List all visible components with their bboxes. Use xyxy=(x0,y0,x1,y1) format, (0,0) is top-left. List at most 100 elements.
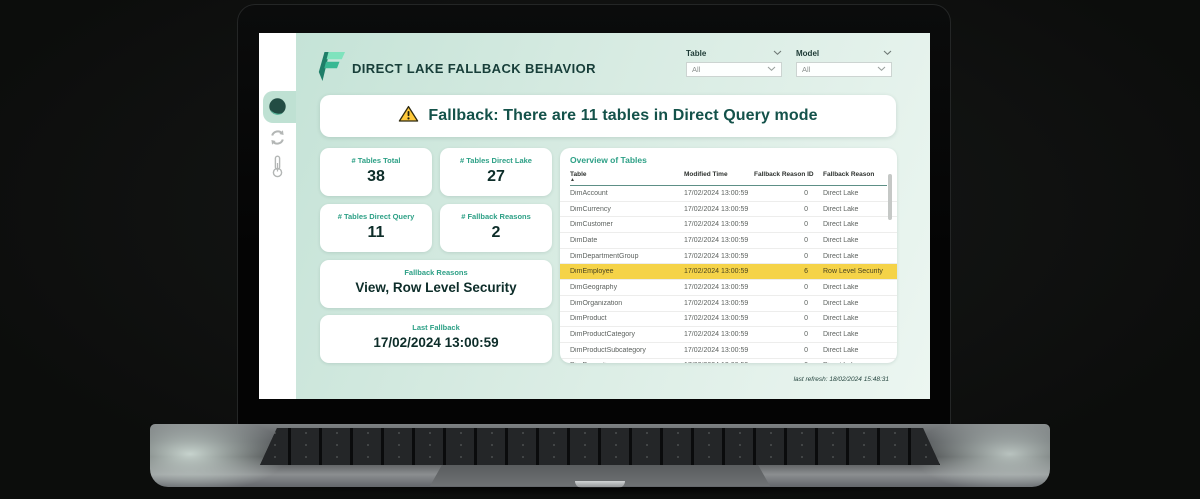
slicer-model-dropdown[interactable]: All xyxy=(796,62,892,77)
kpi-fallback-reasons: # Fallback Reasons 2 xyxy=(440,204,552,252)
cell-fallback-reason-id: 0 xyxy=(754,331,820,338)
cell-fallback-reason-id: 0 xyxy=(754,237,820,244)
cell-fallback-reason: Direct Lake xyxy=(820,331,887,338)
cell-modified-time: 17/02/2024 13:00:59 xyxy=(684,268,754,275)
laptop-screen-bezel: DIRECT LAKE FALLBACK BEHAVIOR Table All xyxy=(237,4,951,425)
sidebar-item-report-page[interactable] xyxy=(259,97,296,121)
kpi-label: # Tables Direct Lake xyxy=(440,156,552,165)
card-label: Last Fallback xyxy=(320,323,552,332)
cell-modified-time: 17/02/2024 13:00:59 xyxy=(684,331,754,338)
column-header-table[interactable]: Table ▲ xyxy=(570,171,684,182)
cell-modified-time: 17/02/2024 13:00:59 xyxy=(684,221,754,228)
slicer-model-value: All xyxy=(802,65,810,74)
table-row[interactable]: DimCustomer17/02/2024 13:00:590Direct La… xyxy=(560,217,897,233)
cell-fallback-reason: Direct Lake xyxy=(820,284,887,291)
last-refresh-note: last refresh: 18/02/2024 15:48:31 xyxy=(794,376,889,383)
cell-fallback-reason-id: 6 xyxy=(754,268,820,275)
cell-table: DimEmployee xyxy=(570,268,684,275)
table-row[interactable]: DimDate17/02/2024 13:00:590Direct Lake xyxy=(560,233,897,249)
cell-fallback-reason-id: 0 xyxy=(754,347,820,354)
cell-modified-time: 17/02/2024 13:00:59 xyxy=(684,237,754,244)
column-header-fallback-reason-id[interactable]: Fallback Reason ID xyxy=(754,171,820,182)
slicer-model-label: Model xyxy=(796,49,819,58)
table-row[interactable]: DimPromotion17/02/2024 13:00:590Direct L… xyxy=(560,359,897,363)
kpi-label: # Fallback Reasons xyxy=(440,212,552,221)
table-body: DimAccount17/02/2024 13:00:590Direct Lak… xyxy=(560,186,897,363)
table-row[interactable]: DimProduct17/02/2024 13:00:590Direct Lak… xyxy=(560,312,897,328)
cell-fallback-reason-id: 0 xyxy=(754,221,820,228)
cell-fallback-reason: Direct Lake xyxy=(820,237,887,244)
cell-fallback-reason: Direct Lake xyxy=(820,206,887,213)
report-canvas: DIRECT LAKE FALLBACK BEHAVIOR Table All xyxy=(296,33,930,399)
refresh-icon xyxy=(269,129,286,151)
cell-fallback-reason-id: 0 xyxy=(754,300,820,307)
card-label: Fallback Reasons xyxy=(320,268,552,277)
cell-table: DimPromotion xyxy=(570,362,684,363)
kpi-label: # Tables Total xyxy=(320,156,432,165)
table-row[interactable]: DimProductSubcategory17/02/2024 13:00:59… xyxy=(560,343,897,359)
chevron-down-icon xyxy=(767,65,776,74)
kpi-tables-direct-lake: # Tables Direct Lake 27 xyxy=(440,148,552,196)
fallback-warning-banner: Fallback: There are 11 tables in Direct … xyxy=(320,95,896,137)
cell-modified-time: 17/02/2024 13:00:59 xyxy=(684,347,754,354)
table-title: Overview of Tables xyxy=(570,155,887,165)
cell-fallback-reason-id: 0 xyxy=(754,284,820,291)
cell-modified-time: 17/02/2024 13:00:59 xyxy=(684,315,754,322)
scene: DIRECT LAKE FALLBACK BEHAVIOR Table All xyxy=(0,0,1200,499)
report-sidebar xyxy=(259,33,296,399)
table-row[interactable]: DimGeography17/02/2024 13:00:590Direct L… xyxy=(560,280,897,296)
card-value: View, Row Level Security xyxy=(320,280,552,295)
column-header-modified-time[interactable]: Modified Time xyxy=(684,171,754,182)
cell-table: DimCustomer xyxy=(570,221,684,228)
cell-fallback-reason: Direct Lake xyxy=(820,362,887,363)
cell-modified-time: 17/02/2024 13:00:59 xyxy=(684,206,754,213)
page-title: DIRECT LAKE FALLBACK BEHAVIOR xyxy=(352,61,596,76)
cell-table: DimCurrency xyxy=(570,206,684,213)
chevron-down-icon[interactable] xyxy=(883,49,892,58)
cell-fallback-reason: Direct Lake xyxy=(820,253,887,260)
cell-table: DimProductSubcategory xyxy=(570,347,684,354)
kpi-tables-direct-query: # Tables Direct Query 11 xyxy=(320,204,432,252)
table-row[interactable]: DimAccount17/02/2024 13:00:590Direct Lak… xyxy=(560,186,897,202)
card-fallback-reasons: Fallback Reasons View, Row Level Securit… xyxy=(320,260,552,308)
cell-fallback-reason-id: 0 xyxy=(754,253,820,260)
table-row[interactable]: DimEmployee17/02/2024 13:00:596Row Level… xyxy=(560,264,897,280)
cell-fallback-reason: Direct Lake xyxy=(820,221,887,228)
cell-fallback-reason-id: 0 xyxy=(754,190,820,197)
slicer-model: Model All xyxy=(796,49,892,77)
kpi-tables-total: # Tables Total 38 xyxy=(320,148,432,196)
column-header-fallback-reason[interactable]: Fallback Reason xyxy=(820,171,887,182)
cell-table: DimOrganization xyxy=(570,300,684,307)
cell-fallback-reason: Direct Lake xyxy=(820,315,887,322)
table-row[interactable]: DimOrganization17/02/2024 13:00:590Direc… xyxy=(560,296,897,312)
kpi-value: 11 xyxy=(320,224,432,242)
table-row[interactable]: DimCurrency17/02/2024 13:00:590Direct La… xyxy=(560,202,897,218)
laptop-shadow xyxy=(130,487,1070,499)
sidebar-item-temperature[interactable] xyxy=(259,155,296,183)
fallback-warning-text: Fallback: There are 11 tables in Direct … xyxy=(428,107,817,125)
slicer-table-label: Table xyxy=(686,49,706,58)
table-row[interactable]: DimProductCategory17/02/2024 13:00:590Di… xyxy=(560,327,897,343)
cell-modified-time: 17/02/2024 13:00:59 xyxy=(684,284,754,291)
card-last-fallback: Last Fallback 17/02/2024 13:00:59 xyxy=(320,315,552,363)
chevron-down-icon xyxy=(877,65,886,74)
cell-table: DimGeography xyxy=(570,284,684,291)
slicer-table-dropdown[interactable]: All xyxy=(686,62,782,77)
cell-fallback-reason: Direct Lake xyxy=(820,300,887,307)
table-scrollbar[interactable] xyxy=(888,174,892,220)
kpi-value: 38 xyxy=(320,168,432,186)
kpi-value: 2 xyxy=(440,224,552,242)
cell-fallback-reason-id: 0 xyxy=(754,362,820,363)
table-row[interactable]: DimDepartmentGroup17/02/2024 13:00:590Di… xyxy=(560,249,897,265)
chevron-down-icon[interactable] xyxy=(773,49,782,58)
report-display: DIRECT LAKE FALLBACK BEHAVIOR Table All xyxy=(259,33,930,399)
sidebar-item-refresh[interactable] xyxy=(259,129,296,151)
laptop-keyboard xyxy=(260,428,940,465)
cell-fallback-reason: Row Level Security xyxy=(820,268,887,275)
slicer-table: Table All xyxy=(686,49,782,77)
overview-of-tables-visual: Overview of Tables Table ▲ Modified Time… xyxy=(560,148,897,363)
cell-table: DimDepartmentGroup xyxy=(570,253,684,260)
cell-table: DimProductCategory xyxy=(570,331,684,338)
cell-fallback-reason: Direct Lake xyxy=(820,190,887,197)
slicer-table-value: All xyxy=(692,65,700,74)
